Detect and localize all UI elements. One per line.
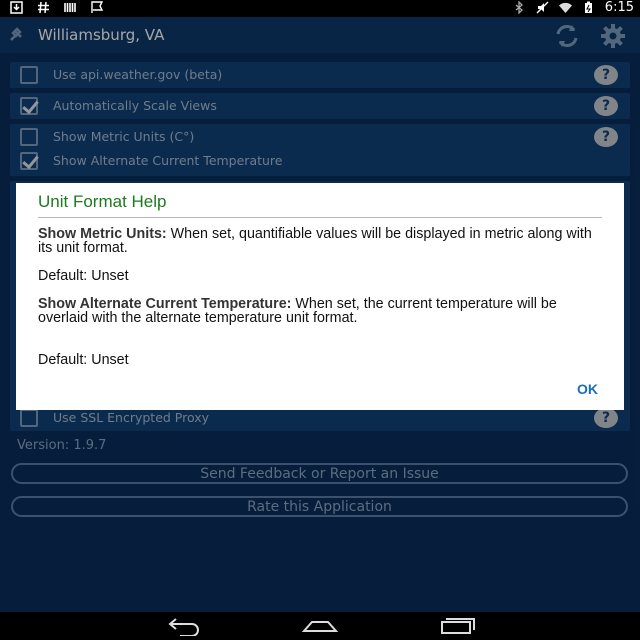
home-icon[interactable] <box>300 616 340 636</box>
clock: 6:15 <box>604 0 634 15</box>
unit-format-help-dialog: Unit Format Help Show Metric Units: When… <box>16 183 624 410</box>
alt-temp-help-paragraph: Show Alternate Current Temperature: When… <box>38 297 608 325</box>
navigation-bar <box>0 612 640 640</box>
metric-default: Default: Unset <box>38 268 129 284</box>
dialog-title: Unit Format Help <box>38 192 167 211</box>
ok-button[interactable]: OK <box>577 381 598 397</box>
recents-icon[interactable] <box>438 616 478 636</box>
divider <box>38 217 602 218</box>
hashtag-icon <box>38 1 49 14</box>
mute-icon <box>536 1 549 14</box>
metric-help-paragraph: Show Metric Units: When set, quantifiabl… <box>38 227 608 255</box>
alt-temp-default: Default: Unset <box>38 352 129 368</box>
back-icon[interactable] <box>166 616 202 636</box>
flag-icon <box>91 1 104 13</box>
battery-icon <box>584 1 592 13</box>
bluetooth-icon <box>515 1 523 14</box>
status-bar: 6:15 <box>0 0 640 17</box>
download-icon <box>10 1 23 14</box>
wifi-icon <box>558 2 572 13</box>
barcode-icon <box>64 3 76 12</box>
